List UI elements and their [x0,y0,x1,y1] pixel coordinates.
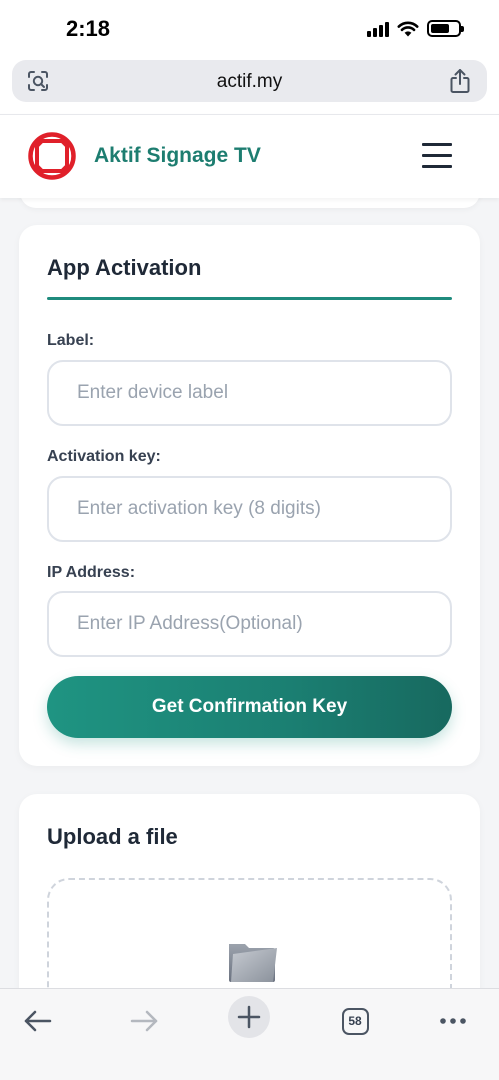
browser-address-area: actif.my [0,58,499,114]
label-field-label: Label: [47,332,95,349]
brand-logo-icon[interactable] [27,131,77,181]
ip-address-field-label: IP Address: [47,564,136,581]
title-divider [47,297,452,300]
status-time: 2:18 [66,16,111,41]
back-arrow-icon[interactable] [16,999,60,1043]
ip-address-input[interactable] [47,591,452,657]
tab-count[interactable]: 58 [341,1007,369,1035]
status-bar: 2:18 [0,0,499,58]
battery-icon [427,20,464,37]
address-bar[interactable]: actif.my [12,60,487,102]
app-activation-card: App Activation Label: Activation key: IP… [19,225,480,766]
forward-arrow-icon[interactable] [122,999,166,1043]
brand-name[interactable]: Aktif Signage TV [94,144,261,168]
browser-toolbar: 58 [0,988,499,1080]
cellular-signal-icon [367,21,389,37]
site-header: Aktif Signage TV [0,114,499,198]
wifi-icon [397,21,419,37]
url-text[interactable]: actif.my [12,71,487,93]
tabs-icon[interactable]: 58 [333,999,377,1043]
hamburger-menu-icon[interactable] [422,143,454,171]
upload-title: Upload a file [47,824,178,849]
share-icon[interactable] [449,68,471,94]
activation-key-input[interactable] [47,476,452,542]
more-icon[interactable] [431,999,475,1043]
activation-key-field-label: Activation key: [47,448,161,465]
status-icons [367,20,464,37]
plus-icon[interactable] [228,996,270,1038]
folder-icon [229,944,277,982]
get-confirmation-key-button[interactable]: Get Confirmation Key [47,676,452,738]
app-activation-title: App Activation [47,255,202,280]
device-label-input[interactable] [47,360,452,426]
